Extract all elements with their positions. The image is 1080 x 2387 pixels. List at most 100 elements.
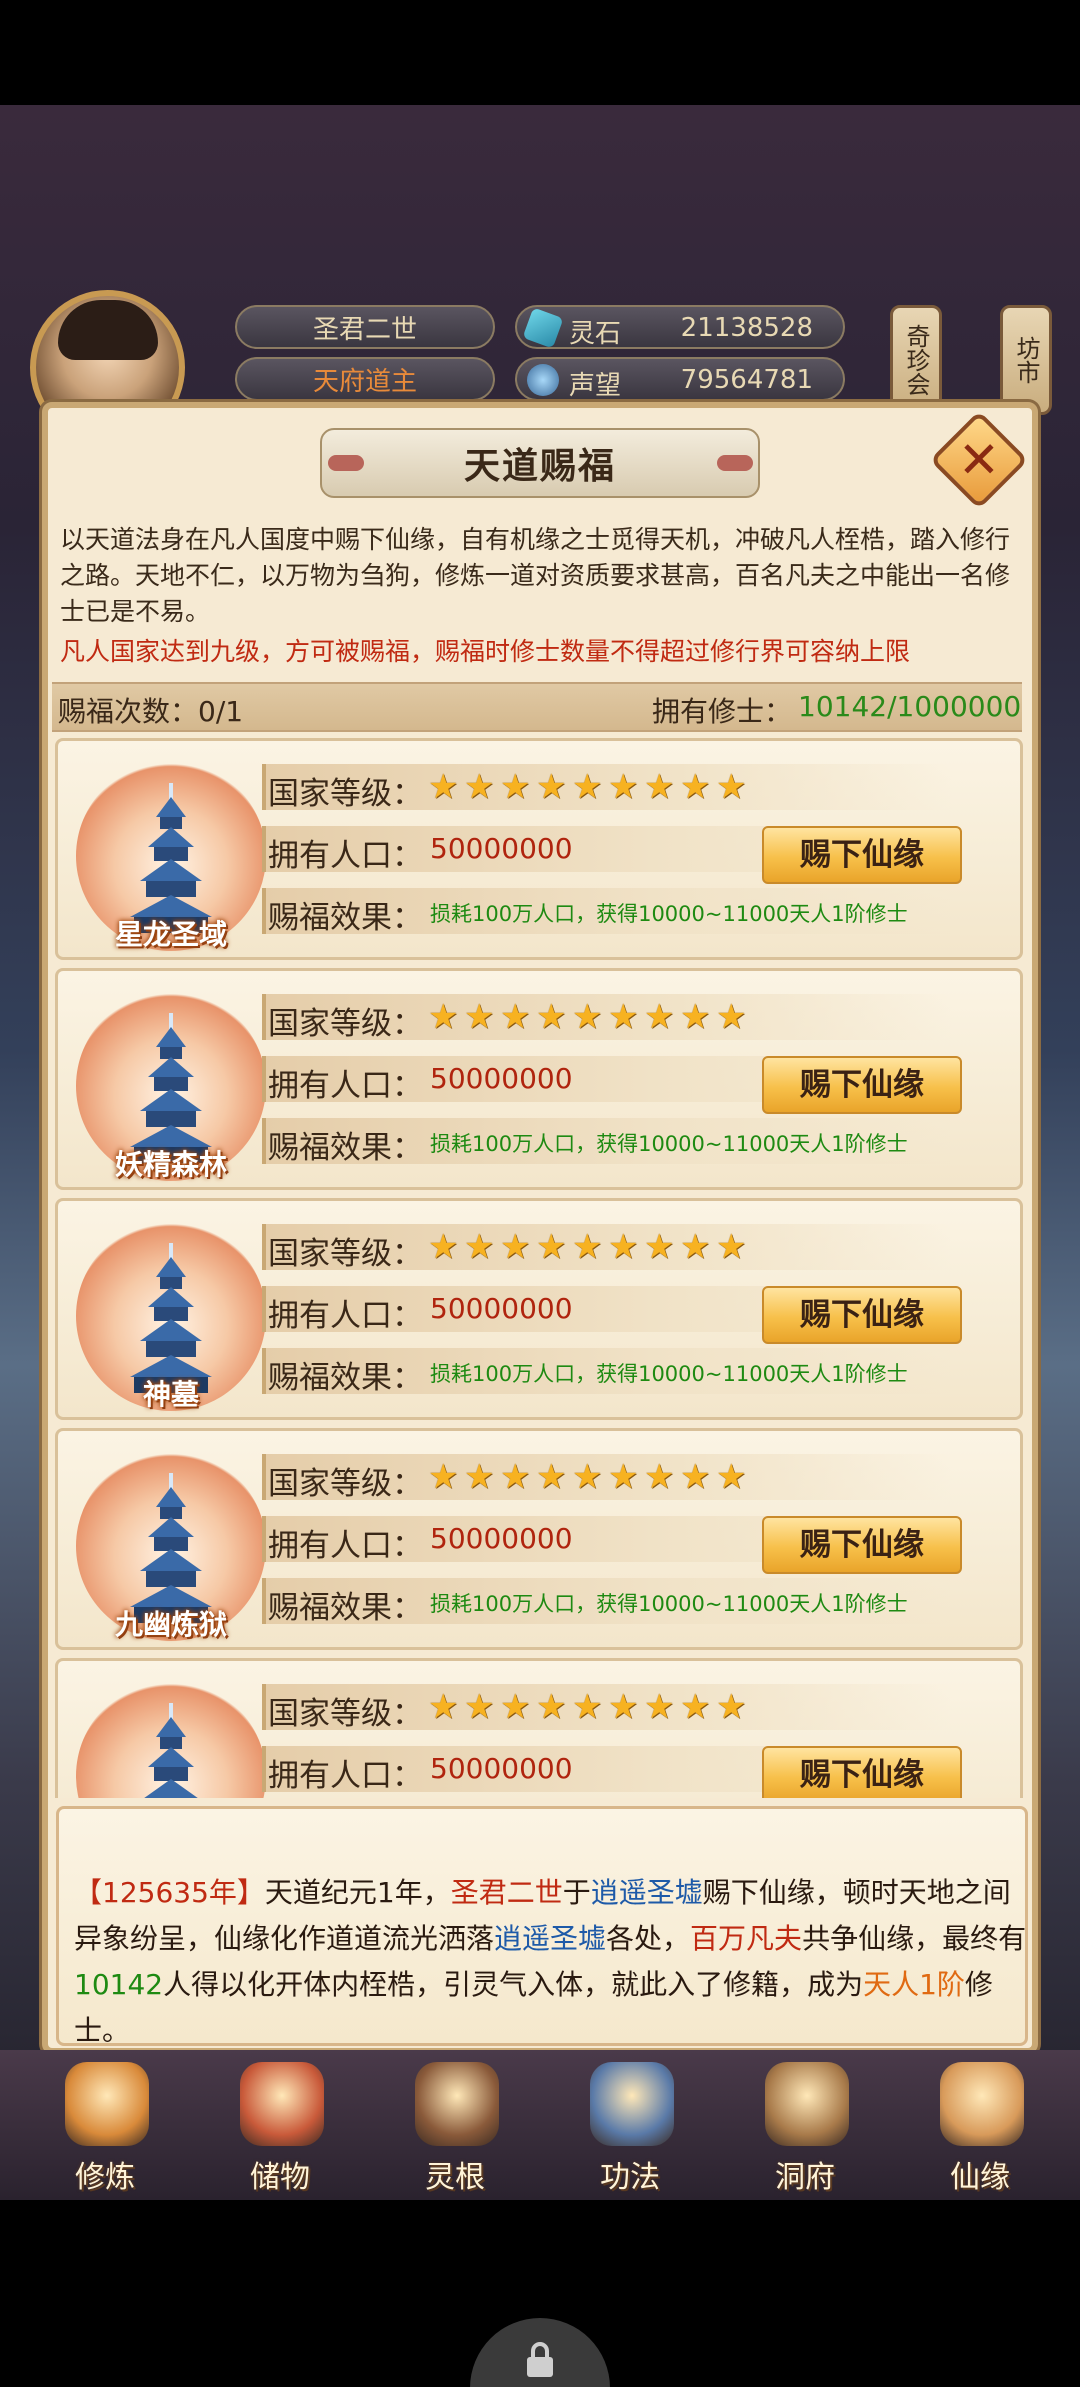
star-icon: ★ [428,1687,459,1727]
bottom-tab-label: 功法 [600,2160,660,2195]
level-stars: ★ ★ ★ ★ ★ ★ ★ ★ ★ [428,1000,750,1034]
title-ornament-right [717,455,753,471]
dialog-warning: 凡人国家达到九级，方可被赐福，赐福时修士数量不得超过修行界可容纳上限 [60,637,911,666]
card-row-label: 拥有人口： [268,1528,423,1564]
population-value: 50000000 [430,1752,573,1785]
log-text-5: 人得以化开体内桎梏，引灵气入体，就此入了修籍，成为 [163,1968,864,2001]
cave-mansion-icon [765,2062,849,2146]
title-ornament-left [328,455,364,471]
star-icon: ★ [680,1457,711,1497]
status-bar [0,0,1080,105]
close-icon[interactable]: ✕ [944,425,1014,495]
star-icon: ★ [572,1687,603,1727]
lock-icon [527,2342,553,2377]
dialog-title-bar: 天道赐福 [320,428,760,498]
spirit-stone-value: 21138528 [680,313,813,343]
event-log-text: 【125635年】天道纪元1年，圣君二世于逍遥圣墟赐下仙缘，顿时天地之间异象纷呈… [74,1870,1034,2054]
star-icon: ★ [500,1227,531,1267]
star-icon: ★ [644,997,675,1037]
log-era: 天道纪元1年， [264,1876,451,1909]
star-icon: ★ [428,1457,459,1497]
bottom-tab-label: 仙缘 [950,2160,1010,2195]
reputation-label: 声望 [569,371,622,401]
bottom-tab[interactable]: 灵根 [380,2062,530,2202]
star-icon: ★ [608,997,639,1037]
log-text-1: 于 [562,1876,591,1909]
log-who: 圣君二世 [450,1876,563,1909]
nation-name: 星龙圣域 [114,918,227,951]
level-stars: ★ ★ ★ ★ ★ ★ ★ ★ ★ [428,1690,750,1724]
meditate-icon [65,2062,149,2146]
star-icon: ★ [716,1687,747,1727]
log-text-3: 各处， [606,1922,691,1955]
star-icon: ★ [500,1457,531,1497]
population-value: 50000000 [430,832,573,865]
reputation-icon [527,364,559,396]
level-stars: ★ ★ ★ ★ ★ ★ ★ ★ ★ [428,1460,750,1494]
bottom-tab[interactable]: 功法 [555,2062,705,2202]
card-row-label: 拥有人口： [268,1298,423,1334]
star-icon: ★ [608,1457,639,1497]
card-row-label: 国家等级： [268,1696,423,1732]
population-value: 50000000 [430,1062,573,1095]
star-icon: ★ [716,767,747,807]
reputation-counter[interactable]: 声望 79564781 [515,357,845,401]
star-icon: ★ [572,1457,603,1497]
star-icon: ★ [716,1457,747,1497]
storage-bag-icon [240,2062,324,2146]
star-icon: ★ [716,997,747,1037]
star-icon: ★ [500,767,531,807]
star-icon: ★ [428,1227,459,1267]
card-row-label: 拥有人口： [268,1758,423,1794]
bottom-tab[interactable]: 仙缘 [905,2062,1055,2202]
cultivators-label: 拥有修士： [652,695,793,728]
card-row-label: 国家等级： [268,1236,423,1272]
nation-name: 妖精森林 [114,1148,227,1181]
star-icon: ★ [464,1457,495,1497]
dialog-title: 天道赐福 [463,446,616,487]
star-icon: ★ [680,767,711,807]
star-icon: ★ [536,997,567,1037]
bless-button[interactable]: 赐下仙缘 [762,1286,962,1344]
star-icon: ★ [608,1227,639,1267]
star-icon: ★ [464,1227,495,1267]
bless-button[interactable]: 赐下仙缘 [762,826,962,884]
star-icon: ★ [644,1457,675,1497]
level-stars: ★ ★ ★ ★ ★ ★ ★ ★ ★ [428,1230,750,1264]
card-row-label: 国家等级： [268,1006,423,1042]
star-icon: ★ [536,1457,567,1497]
card-row-label: 拥有人口： [268,838,423,874]
pagoda-icon [144,1703,198,1798]
card-row-label: 赐福效果： [268,1590,423,1626]
card-row-label: 拥有人口： [268,1068,423,1104]
market-tab[interactable]: 坊市 [1000,305,1052,415]
treasure-fair-tab[interactable]: 奇珍会 [890,305,942,415]
card-row-label: 赐福效果： [268,1360,423,1396]
nation-list[interactable]: 星龙圣域 国家等级： 拥有人口： 赐福效果： ★ ★ ★ ★ ★ ★ ★ ★ ★ 50000000 损耗10… [52,738,1027,1798]
star-icon: ★ [644,1687,675,1727]
bless-button[interactable]: 赐下仙缘 [762,1746,962,1798]
bottom-tab[interactable]: 修炼 [30,2062,180,2202]
fortune-gourd-icon [940,2062,1024,2146]
technique-book-icon [590,2062,674,2146]
bless-button[interactable]: 赐下仙缘 [762,1056,962,1114]
dialog-description: 以天道法身在凡人国度中赐下仙缘，自有机缘之士觅得天机，冲破凡人桎梏，踏入修行之路… [60,525,1011,626]
bottom-tab[interactable]: 储物 [205,2062,355,2202]
spirit-root-icon [415,2062,499,2146]
spirit-stone-label: 灵石 [569,319,622,349]
level-stars: ★ ★ ★ ★ ★ ★ ★ ★ ★ [428,770,750,804]
bless-button[interactable]: 赐下仙缘 [762,1516,962,1574]
log-rank: 天人1阶 [863,1968,965,2001]
star-icon: ★ [536,1227,567,1267]
bottom-tab[interactable]: 洞府 [730,2062,880,2202]
star-icon: ★ [716,1227,747,1267]
pagoda-icon [130,783,212,933]
star-icon: ★ [464,1687,495,1727]
log-million: 百万凡夫 [690,1922,803,1955]
star-icon: ★ [644,767,675,807]
star-icon: ★ [536,1687,567,1727]
spirit-stone-counter[interactable]: 灵石 21138528 [515,305,845,349]
star-icon: ★ [464,767,495,807]
star-icon: ★ [680,997,711,1037]
bottom-tab-label: 储物 [250,2160,310,2195]
